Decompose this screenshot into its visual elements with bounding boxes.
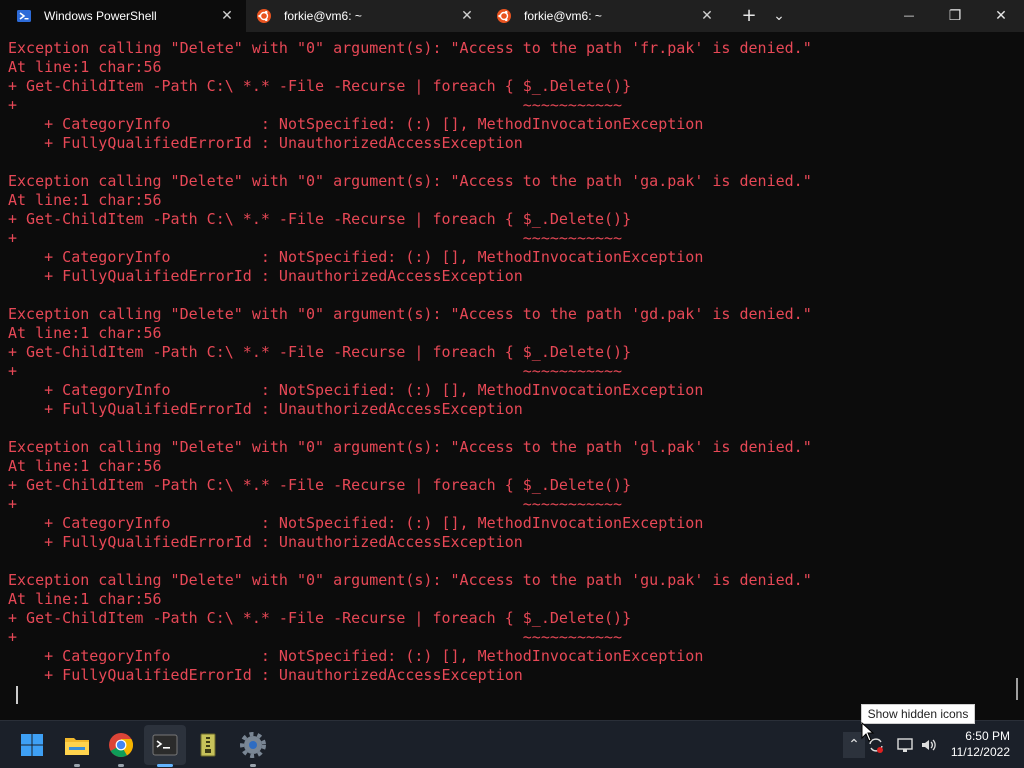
terminal-line: At line:1 char:56	[8, 590, 162, 608]
text-cursor	[16, 686, 18, 704]
terminal-line: + FullyQualifiedErrorId : UnauthorizedAc…	[8, 533, 523, 551]
terminal-line: Exception calling "Delete" with "0" argu…	[8, 571, 812, 589]
terminal-line: + ~~~~~~~~~~~	[8, 495, 623, 513]
terminal-line: + FullyQualifiedErrorId : UnauthorizedAc…	[8, 400, 523, 418]
terminal-line: + CategoryInfo : NotSpecified: (:) [], M…	[8, 381, 704, 399]
chrome-icon[interactable]	[105, 729, 137, 761]
clock-date: 11/12/2022	[950, 745, 1010, 759]
terminal-line: + ~~~~~~~~~~~	[8, 362, 623, 380]
terminal-line: + Get-ChildItem -Path C:\ *.* -File -Rec…	[8, 210, 632, 228]
display-icon[interactable]	[895, 735, 915, 755]
close-tab-icon[interactable]: ✕	[458, 6, 476, 24]
terminal-scrollbar[interactable]	[1016, 678, 1018, 700]
terminal-line: Exception calling "Delete" with "0" argu…	[8, 305, 812, 323]
close-window-button[interactable]: ✕	[978, 0, 1024, 32]
running-indicator	[118, 764, 124, 767]
running-indicator	[250, 764, 256, 767]
tab-windows-powershell[interactable]: Windows PowerShell ✕	[0, 0, 246, 32]
folder-icon[interactable]	[61, 729, 93, 761]
clock-time: 6:50 PM	[965, 729, 1010, 743]
tab-ubuntu-2[interactable]: forkie@vm6: ~ ✕	[480, 0, 726, 32]
running-indicator	[74, 764, 80, 767]
tab-label: forkie@vm6: ~	[284, 9, 362, 23]
show-hidden-icons-tooltip: Show hidden icons	[861, 704, 975, 724]
running-indicator	[157, 764, 173, 767]
tab-ubuntu-1[interactable]: forkie@vm6: ~ ✕	[240, 0, 486, 32]
terminal-line: Exception calling "Delete" with "0" argu…	[8, 172, 812, 190]
terminal-line: + FullyQualifiedErrorId : UnauthorizedAc…	[8, 134, 523, 152]
tab-dropdown-button[interactable]: ⌄	[760, 0, 798, 32]
minimize-button[interactable]: —	[886, 0, 932, 32]
terminal-line: + Get-ChildItem -Path C:\ *.* -File -Rec…	[8, 77, 632, 95]
windows-logo-icon[interactable]	[16, 729, 48, 761]
maximize-button[interactable]: ❐	[932, 0, 978, 32]
terminal-line: + Get-ChildItem -Path C:\ *.* -File -Rec…	[8, 609, 632, 627]
close-tab-icon[interactable]: ✕	[698, 6, 716, 24]
tab-label: Windows PowerShell	[44, 9, 157, 23]
terminal-line: Exception calling "Delete" with "0" argu…	[8, 438, 812, 456]
terminal-line: + FullyQualifiedErrorId : UnauthorizedAc…	[8, 267, 523, 285]
terminal-output[interactable]: Exception calling "Delete" with "0" argu…	[0, 32, 1024, 720]
powershell-icon	[17, 10, 31, 22]
speaker-icon[interactable]	[919, 735, 939, 755]
archive-icon[interactable]	[192, 729, 224, 761]
terminal-line: + Get-ChildItem -Path C:\ *.* -File -Rec…	[8, 476, 632, 494]
terminal-line: At line:1 char:56	[8, 457, 162, 475]
terminal-line: + CategoryInfo : NotSpecified: (:) [], M…	[8, 647, 704, 665]
terminal-line: At line:1 char:56	[8, 324, 162, 342]
terminal-line: At line:1 char:56	[8, 58, 162, 76]
ubuntu-icon	[257, 9, 271, 23]
title-bar: Windows PowerShell ✕ forkie@vm6: ~ ✕ for…	[0, 0, 1024, 32]
terminal-line: + ~~~~~~~~~~~	[8, 96, 623, 114]
close-tab-icon[interactable]: ✕	[218, 6, 236, 24]
terminal-line: + FullyQualifiedErrorId : UnauthorizedAc…	[8, 666, 523, 684]
ubuntu-icon	[497, 9, 511, 23]
terminal-line: At line:1 char:56	[8, 191, 162, 209]
terminal-line: + ~~~~~~~~~~~	[8, 628, 623, 646]
terminal-line: + Get-ChildItem -Path C:\ *.* -File -Rec…	[8, 343, 632, 361]
mouse-pointer-icon	[861, 722, 875, 742]
terminal-line: + CategoryInfo : NotSpecified: (:) [], M…	[8, 248, 704, 266]
terminal-line: Exception calling "Delete" with "0" argu…	[8, 39, 812, 57]
tab-label: forkie@vm6: ~	[524, 9, 602, 23]
terminal-icon[interactable]	[149, 729, 181, 761]
terminal-line: + CategoryInfo : NotSpecified: (:) [], M…	[8, 115, 704, 133]
terminal-line: + CategoryInfo : NotSpecified: (:) [], M…	[8, 514, 704, 532]
terminal-line: + ~~~~~~~~~~~	[8, 229, 623, 247]
gear-icon[interactable]	[237, 729, 269, 761]
clock[interactable]: 6:50 PM 11/12/2022	[940, 728, 1010, 760]
